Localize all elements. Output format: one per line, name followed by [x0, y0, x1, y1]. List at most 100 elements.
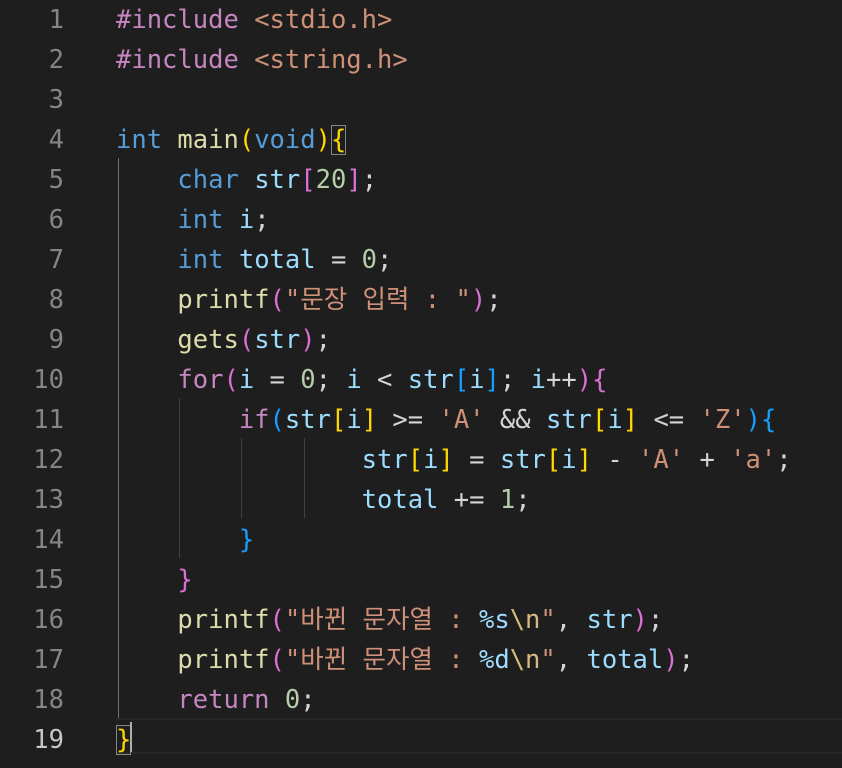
code-token: int — [177, 205, 224, 235]
code-token: ] — [484, 365, 500, 395]
code-token: && — [484, 405, 546, 435]
code-line[interactable]: } — [116, 520, 254, 560]
line-number: 16 — [33, 605, 64, 635]
line-number: 4 — [48, 125, 64, 155]
code-token: [ — [545, 445, 562, 475]
code-token: printf — [177, 285, 270, 315]
code-token: 'A' — [438, 405, 485, 435]
code-token: ; — [647, 605, 664, 635]
code-token: \n — [509, 605, 541, 635]
code-token: ; — [515, 485, 531, 515]
code-token: += — [438, 485, 500, 515]
code-line[interactable]: str[i] = str[i] - 'A' + 'a'; — [116, 440, 792, 480]
code-editor[interactable]: 1 2 3 4 5 6 7 8 9 10 11 12 13 14 15 16 17 18 19 #include <… — [0, 0, 842, 768]
code-text-area[interactable]: #include <stdio.h> #include <string.h> int… — [116, 0, 842, 768]
code-line[interactable]: return 0; — [116, 680, 315, 720]
code-token: gets — [177, 325, 239, 355]
code-token: } — [238, 525, 255, 555]
line-number: 17 — [33, 645, 64, 675]
code-line[interactable]: gets(str); — [116, 320, 331, 360]
code-token: ( — [269, 405, 285, 435]
code-token: "바뀐 문자열 : — [284, 645, 479, 675]
code-token: if — [238, 405, 270, 435]
code-token: i — [423, 445, 439, 475]
code-token: ) — [632, 605, 648, 635]
code-token: ( — [269, 605, 285, 635]
code-token: <string.h> — [254, 45, 408, 75]
code-line[interactable]: int main(void){ — [116, 120, 347, 160]
code-token: i — [346, 365, 362, 395]
line-number: 3 — [48, 85, 64, 115]
line-number: 19 — [33, 725, 64, 755]
text-cursor — [130, 722, 132, 752]
code-line[interactable]: printf("바뀐 문자열 : %s\n", str); — [116, 600, 663, 640]
code-token: i — [561, 445, 577, 475]
code-token: main — [177, 125, 239, 155]
code-line[interactable]: printf("바뀐 문자열 : %d\n", total); — [116, 640, 694, 680]
code-token: str — [407, 365, 454, 395]
line-number: 12 — [33, 445, 64, 475]
code-token: " — [540, 645, 556, 675]
code-line[interactable]: } — [116, 560, 192, 600]
line-number: 9 — [48, 325, 64, 355]
line-number: 6 — [48, 205, 64, 235]
code-line[interactable]: int i; — [116, 200, 269, 240]
code-token: "문장 입력 : " — [284, 285, 471, 315]
code-token: " — [540, 605, 556, 635]
code-token: int — [177, 245, 224, 275]
line-number-gutter[interactable]: 1 2 3 4 5 6 7 8 9 10 11 12 13 14 15 16 17 18 19 — [0, 0, 100, 768]
code-line[interactable]: #include <string.h> — [116, 40, 408, 80]
code-line[interactable]: #include <stdio.h> — [116, 0, 392, 40]
code-token: 0 — [300, 365, 316, 395]
code-token: [ — [453, 365, 470, 395]
code-token: ++ — [545, 365, 577, 395]
code-line[interactable]: if(str[i] >= 'A' && str[i] <= 'Z'){ — [116, 400, 776, 440]
code-line[interactable]: printf("문장 입력 : "); — [116, 280, 501, 320]
code-token: int — [116, 125, 163, 155]
code-token: ( — [238, 325, 255, 355]
code-token: str — [254, 165, 301, 195]
code-token: < — [361, 365, 408, 395]
code-token: 0 — [284, 685, 301, 715]
code-token: , — [555, 605, 587, 635]
code-token: str — [499, 445, 546, 475]
code-token: i — [238, 365, 255, 395]
code-line[interactable]: char str[20]; — [116, 160, 377, 200]
code-token: = — [453, 445, 500, 475]
code-token: = — [254, 365, 301, 395]
code-token: return — [177, 685, 270, 715]
code-line[interactable]: for(i = 0; i < str[i]; i++){ — [116, 360, 607, 400]
code-token: [ — [330, 405, 347, 435]
code-line[interactable]: int total = 0; — [116, 240, 392, 280]
code-token: ; — [377, 245, 393, 275]
code-token: [ — [592, 405, 608, 435]
code-token: ; — [499, 365, 531, 395]
code-token: i — [346, 405, 362, 435]
code-token: \n — [509, 645, 541, 675]
code-line[interactable]: total += 1; — [116, 480, 531, 520]
code-token: ( — [269, 285, 285, 315]
code-token: ( — [238, 125, 255, 155]
code-token: "바뀐 문자열 : — [284, 605, 479, 635]
code-token: str — [254, 325, 301, 355]
line-number: 15 — [33, 565, 64, 595]
line-number: 2 — [48, 45, 64, 75]
code-token: ] — [622, 405, 639, 435]
code-token: - — [591, 445, 639, 475]
code-token: <stdio.h> — [254, 5, 393, 35]
code-token: [ — [407, 445, 424, 475]
code-token: i — [469, 365, 485, 395]
